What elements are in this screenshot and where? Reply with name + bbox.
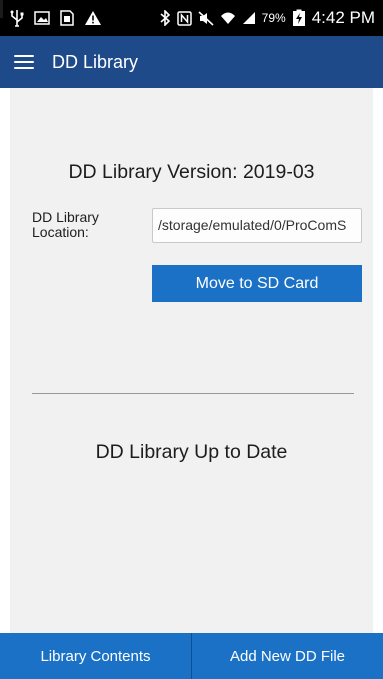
nfc-icon [176, 10, 192, 26]
wifi-icon [220, 11, 236, 25]
signal-icon [242, 11, 256, 25]
usb-icon [10, 9, 24, 27]
status-bar-left-icons [10, 9, 102, 27]
hamburger-menu-icon[interactable] [12, 52, 36, 72]
battery-charging-icon [292, 9, 306, 27]
image-icon [34, 11, 50, 25]
mute-icon [198, 10, 214, 26]
main-content: DD Library Version: 2019-03 DD Library L… [10, 88, 373, 633]
bluetooth-icon [159, 10, 171, 26]
app-title: DD Library [52, 51, 139, 72]
library-location-label: DD Library Location: [32, 209, 99, 240]
app-bar: DD Library [0, 36, 383, 88]
divider [32, 393, 354, 394]
move-to-sd-card-button[interactable]: Move to SD Card [152, 265, 362, 302]
status-bar: 79% 4:42 PM [0, 0, 383, 36]
library-contents-button[interactable]: Library Contents [0, 633, 191, 679]
add-new-dd-file-button[interactable]: Add New DD File [192, 633, 383, 679]
library-location-field[interactable]: /storage/emulated/0/ProComS [152, 208, 362, 243]
bottom-action-bar: Library Contents Add New DD File [0, 633, 383, 679]
library-version-text: DD Library Version: 2019-03 [68, 161, 315, 183]
warning-icon [84, 10, 102, 26]
battery-percent: 79% [261, 11, 286, 25]
library-status-text: DD Library Up to Date [95, 441, 288, 463]
frame-edge [0, 0, 3, 18]
clock: 4:42 PM [311, 8, 375, 27]
status-bar-right-icons: 79% 4:42 PM [159, 8, 375, 28]
sim-card-icon [60, 10, 74, 26]
